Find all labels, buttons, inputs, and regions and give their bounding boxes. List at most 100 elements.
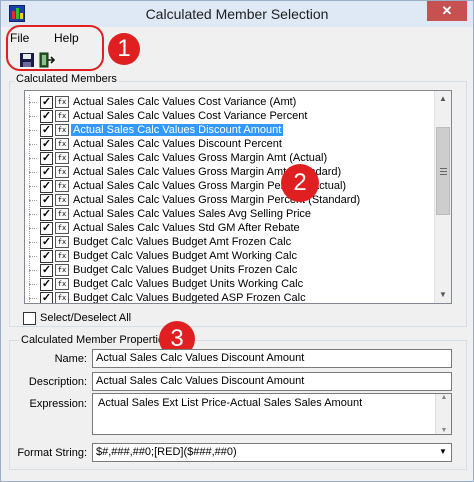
tree-connector: [29, 172, 37, 173]
item-checkbox[interactable]: ✓: [40, 166, 53, 179]
list-item-label: Actual Sales Calc Values Discount Amount: [71, 124, 284, 136]
calculated-member-icon: fx: [55, 166, 69, 178]
description-field[interactable]: Actual Sales Calc Values Discount Amount: [92, 372, 452, 391]
list-item[interactable]: ✓ fx Actual Sales Calc Values Gross Margin…: [25, 151, 435, 166]
list-item[interactable]: ✓ fx Budget Calc Values Budget Amt Working…: [25, 249, 435, 264]
list-item-label: Actual Sales Calc Values Discount Percen…: [73, 138, 282, 150]
item-checkbox[interactable]: ✓: [40, 194, 53, 207]
close-button[interactable]: ✕: [427, 1, 467, 21]
scroll-up-icon[interactable]: ▲: [435, 91, 451, 107]
item-checkbox[interactable]: ✓: [40, 208, 53, 221]
calculated-member-icon: fx: [55, 236, 69, 248]
list-item[interactable]: ✓ fx Actual Sales Calc Values Discount Amo…: [25, 123, 435, 138]
menu-highlight-ring: [6, 25, 104, 71]
scroll-down-icon[interactable]: ▼: [435, 287, 451, 303]
list-item-label: Budget Calc Values Budgeted ASP Frozen C…: [73, 292, 306, 304]
description-label: Description:: [28, 376, 87, 388]
calculated-member-icon: fx: [55, 278, 69, 290]
name-label: Name:: [54, 353, 87, 365]
tree-connector: [29, 130, 37, 131]
calculated-member-selection-window: Calculated Member Selection ✕ File Help …: [0, 0, 474, 482]
calculated-member-icon: fx: [55, 264, 69, 276]
list-item-label: Budget Calc Values Budget Units Working …: [73, 278, 304, 290]
list-item[interactable]: ✓ fx Actual Sales Calc Values Cost Varianc…: [25, 109, 435, 124]
list-item-label: Actual Sales Calc Values Cost Variance P…: [73, 110, 308, 122]
list-item-label: Actual Sales Calc Values Cost Variance (…: [73, 96, 297, 108]
calculated-member-icon: fx: [55, 250, 69, 262]
title-bar: Calculated Member Selection ✕: [1, 1, 473, 27]
item-checkbox[interactable]: ✓: [40, 250, 53, 263]
item-checkbox[interactable]: ✓: [40, 264, 53, 277]
item-checkbox[interactable]: ✓: [40, 292, 53, 303]
calculated-member-icon: fx: [55, 194, 69, 206]
format-string-value: $#,###,##0;[RED]($###,##0): [96, 446, 237, 458]
list-item[interactable]: ✓ fx Actual Sales Calc Values Gross Margin…: [25, 179, 435, 194]
list-item-label: Budget Calc Values Budget Amt Frozen Cal…: [73, 236, 292, 248]
tree-connector: [29, 116, 37, 117]
calculated-member-icon: fx: [55, 96, 69, 108]
expression-field[interactable]: Actual Sales Ext List Price-Actual Sales…: [92, 393, 452, 435]
list-item[interactable]: ✓ fx Budget Calc Values Budget Amt Frozen …: [25, 235, 435, 250]
tree-connector: [29, 228, 37, 229]
calculated-member-icon: fx: [55, 110, 69, 122]
item-checkbox[interactable]: ✓: [40, 236, 53, 249]
format-string-label: Format String:: [17, 447, 87, 459]
select-all-label: Select/Deselect All: [40, 312, 132, 324]
properties-label: Calculated Member Properties: [19, 334, 172, 346]
calculated-member-icon: fx: [55, 180, 69, 192]
tree-connector: [29, 214, 37, 215]
tree-connector: [29, 186, 37, 187]
item-checkbox[interactable]: ✓: [40, 110, 53, 123]
tree-connector: [29, 144, 37, 145]
list-item-label: Budget Calc Values Budget Units Frozen C…: [73, 264, 298, 276]
list-item-label: Budget Calc Values Budget Amt Working Ca…: [73, 250, 297, 262]
list-item[interactable]: ✓ fx Actual Sales Calc Values Std GM After…: [25, 221, 435, 236]
select-all-box[interactable]: [23, 312, 36, 325]
item-checkbox[interactable]: ✓: [40, 124, 53, 137]
list-item[interactable]: ✓ fx Actual Sales Calc Values Gross Margin…: [25, 165, 435, 180]
calculated-member-icon: fx: [55, 124, 69, 136]
tree-connector: [29, 158, 37, 159]
tree-connector: [29, 270, 37, 271]
tree-connector: [29, 102, 37, 103]
chevron-down-icon[interactable]: ▼: [435, 444, 451, 461]
list-item-label: Actual Sales Calc Values Sales Avg Selli…: [73, 208, 312, 220]
list-item[interactable]: ✓ fx Actual Sales Calc Values Gross Margin…: [25, 193, 435, 208]
list-item-label: Actual Sales Calc Values Gross Margin Am…: [73, 152, 328, 164]
window-title: Calculated Member Selection: [145, 6, 329, 22]
list-item-label: Actual Sales Calc Values Std GM After Re…: [73, 222, 300, 234]
expression-scrollbar[interactable]: ▲ ▼: [435, 394, 451, 434]
format-string-select[interactable]: $#,###,##0;[RED]($###,##0) ▼: [92, 443, 452, 462]
tree-connector: [29, 284, 37, 285]
callout-2: 2: [281, 164, 319, 202]
expression-scroll-up-icon[interactable]: ▲: [436, 394, 452, 401]
list-item[interactable]: ✓ fx Budget Calc Values Budget Units Froze…: [25, 263, 435, 278]
tree-connector: [29, 298, 37, 299]
expression-label: Expression:: [29, 398, 87, 410]
list-item[interactable]: ✓ fx Budget Calc Values Budgeted ASP Froze…: [25, 291, 435, 304]
calculated-member-icon: fx: [55, 208, 69, 220]
item-checkbox[interactable]: ✓: [40, 222, 53, 235]
item-checkbox[interactable]: ✓: [40, 180, 53, 193]
scroll-thumb[interactable]: [436, 127, 450, 215]
name-field[interactable]: Actual Sales Calc Values Discount Amount: [92, 349, 452, 368]
list-item-label: Actual Sales Calc Values Gross Margin Pe…: [73, 194, 361, 206]
tree-connector: [29, 242, 37, 243]
tree-connector: [29, 256, 37, 257]
list-item[interactable]: ✓ fx Budget Calc Values Budget Units Worki…: [25, 277, 435, 292]
list-scrollbar[interactable]: ▲ ▼: [434, 91, 451, 303]
list-item[interactable]: ✓ fx Actual Sales Calc Values Cost Varianc…: [25, 95, 435, 110]
calculated-member-icon: fx: [55, 292, 69, 303]
expression-scroll-down-icon[interactable]: ▼: [436, 427, 452, 434]
calculated-member-icon: fx: [55, 152, 69, 164]
item-checkbox[interactable]: ✓: [40, 278, 53, 291]
list-item[interactable]: ✓ fx Actual Sales Calc Values Sales Avg Se…: [25, 207, 435, 222]
expression-text: Actual Sales Ext List Price-Actual Sales…: [98, 397, 363, 409]
calculated-member-icon: fx: [55, 138, 69, 150]
calculated-members-label: Calculated Members: [14, 73, 119, 85]
item-checkbox[interactable]: ✓: [40, 152, 53, 165]
item-checkbox[interactable]: ✓: [40, 138, 53, 151]
item-checkbox[interactable]: ✓: [40, 96, 53, 109]
calculated-members-list[interactable]: ✓ fx Actual Sales Calc Values Cost Varianc…: [24, 90, 452, 304]
list-item[interactable]: ✓ fx Actual Sales Calc Values Discount Per…: [25, 137, 435, 152]
